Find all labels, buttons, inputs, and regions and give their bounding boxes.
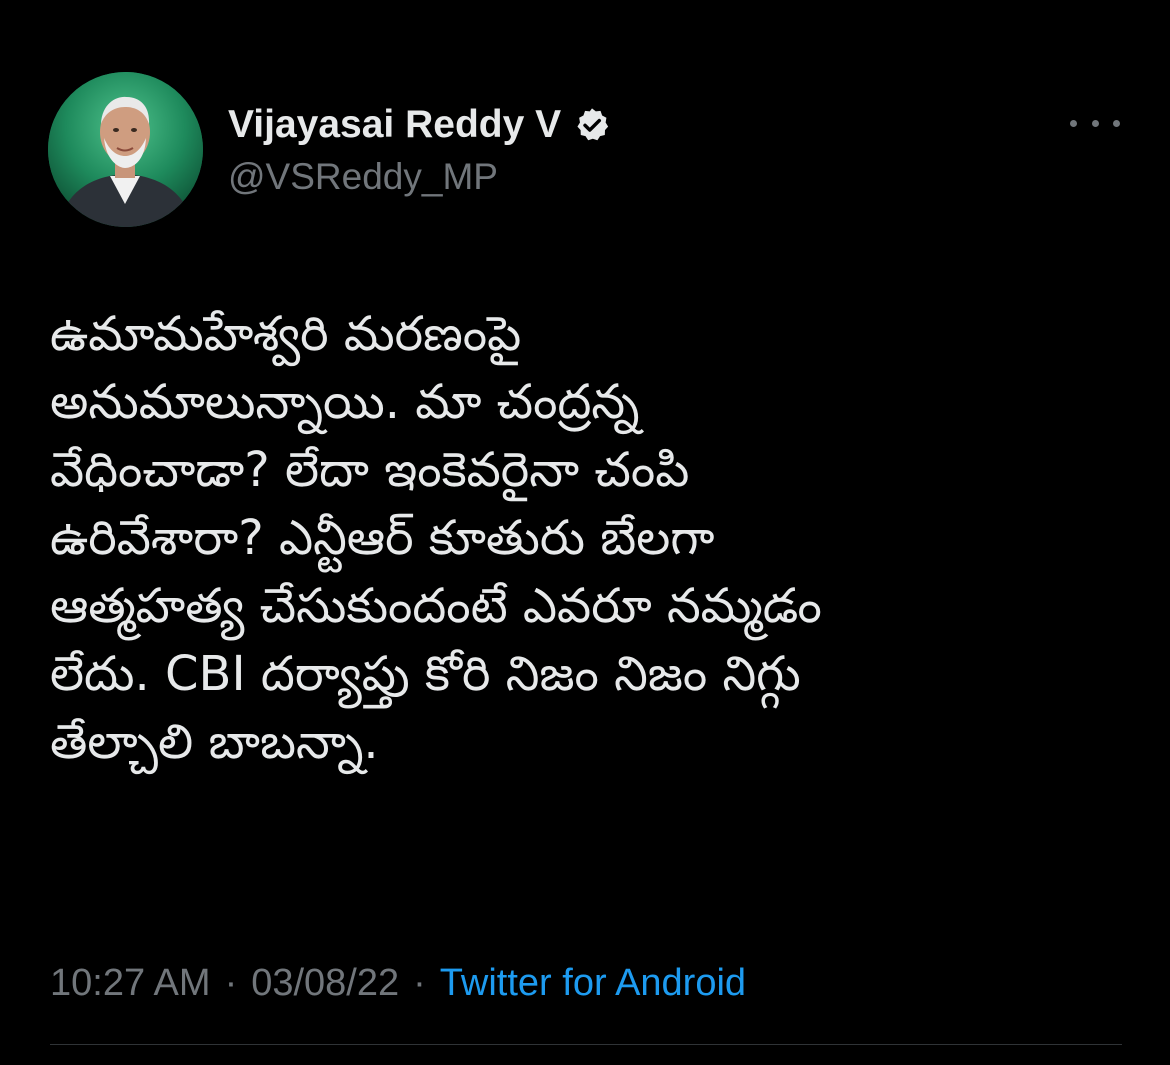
tweet-card: Vijayasai Reddy V @VSReddy_MP ఉమామహేశ్వర… — [0, 0, 1170, 1065]
tweet-text-line: ఉమామహేశ్వరి మరణంపై — [50, 306, 522, 362]
divider — [50, 1044, 1122, 1045]
more-horizontal-icon[interactable] — [1070, 108, 1120, 138]
tweet-text-line: అనుమాలున్నాయి. మా చంద్రన్న — [50, 374, 640, 430]
tweet-meta: 10:27 AM · 03/08/22 · Twitter for Androi… — [50, 955, 746, 1011]
tweet-text: ఉమామహేశ్వరి మరణంపై అనుమాలున్నాయి. మా చంద… — [50, 300, 1130, 776]
more-dot — [1070, 119, 1077, 127]
profile-photo-icon — [48, 72, 203, 227]
more-dot — [1113, 119, 1120, 127]
more-dot — [1091, 119, 1099, 127]
tweet-time[interactable]: 10:27 AM — [50, 962, 211, 1005]
tweet-source-link[interactable]: Twitter for Android — [440, 962, 746, 1005]
verified-badge-icon — [573, 106, 611, 144]
meta-separator: · — [413, 961, 426, 1004]
tweet-text-line: వేధించాడా? లేదా ఇంకెవరైనా చంపి — [50, 442, 690, 498]
tweet-date[interactable]: 03/08/22 — [251, 962, 399, 1005]
author-display-name[interactable]: Vijayasai Reddy V — [228, 103, 561, 147]
tweet-text-line: తేల్చాలి బాబన్నా. — [50, 714, 379, 770]
avatar[interactable] — [48, 72, 203, 227]
tweet-text-line: ఆత్మహత్య చేసుకుందంటే ఎవరూ నమ్మడం — [50, 578, 822, 634]
author-name-row[interactable]: Vijayasai Reddy V — [228, 100, 611, 150]
meta-separator: · — [224, 961, 238, 1004]
author-handle[interactable]: @VSReddy_MP — [228, 156, 498, 198]
tweet-text-line: లేదు. CBI దర్యాప్తు కోరి నిజం నిజం నిగ్గ… — [50, 646, 801, 702]
tweet-text-line: ఉరివేశారా? ఎన్టీఆర్ కూతురు బేలగా — [50, 510, 715, 566]
